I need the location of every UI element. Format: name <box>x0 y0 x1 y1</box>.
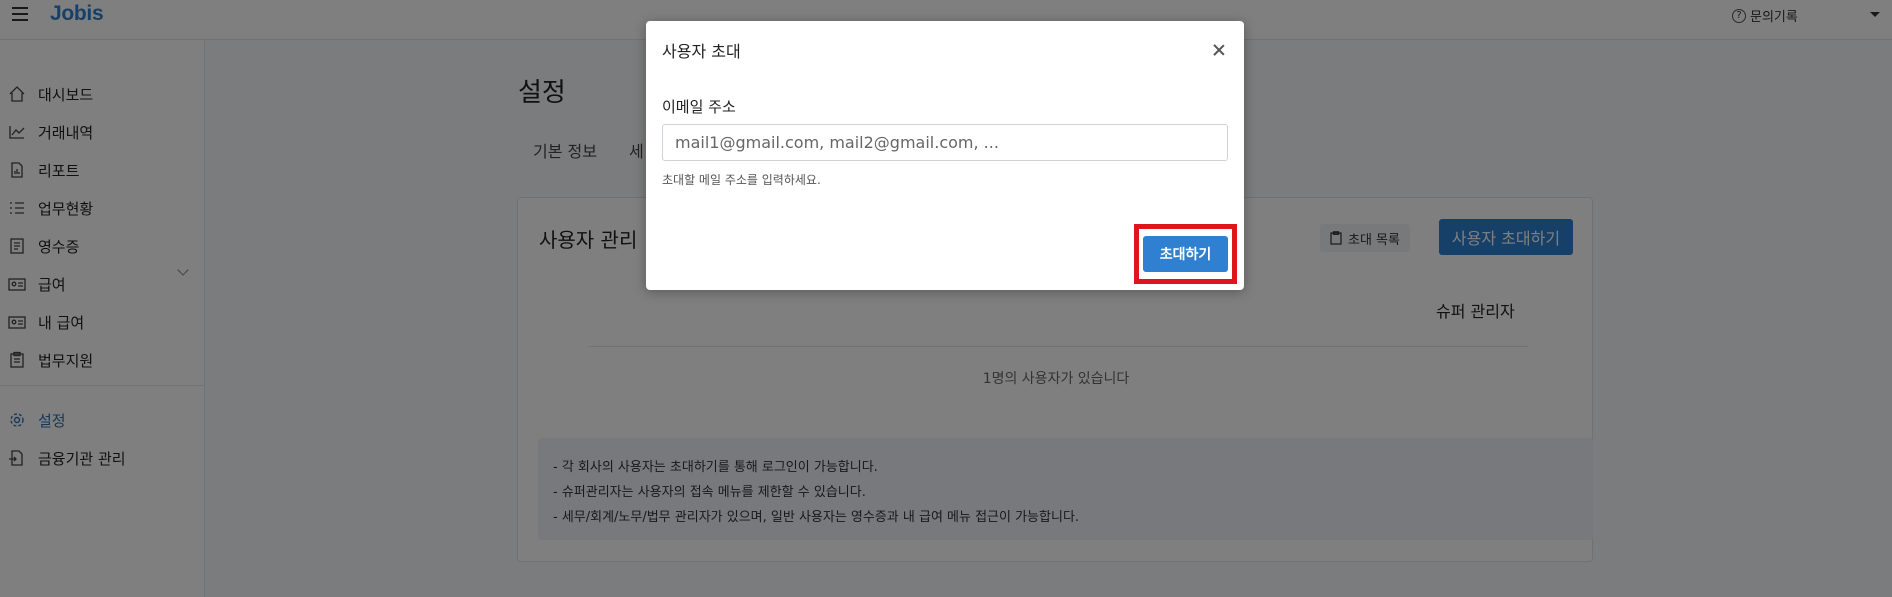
email-input[interactable] <box>662 124 1228 161</box>
close-icon[interactable] <box>1212 43 1226 57</box>
email-field-label: 이메일 주소 <box>662 98 736 116</box>
email-help-text: 초대할 메일 주소를 입력하세요. <box>662 173 821 187</box>
modal-title: 사용자 초대 <box>662 42 741 61</box>
invite-submit-button[interactable]: 초대하기 <box>1143 236 1228 272</box>
invite-user-modal: 사용자 초대 이메일 주소 초대할 메일 주소를 입력하세요. 초대하기 <box>646 21 1244 290</box>
